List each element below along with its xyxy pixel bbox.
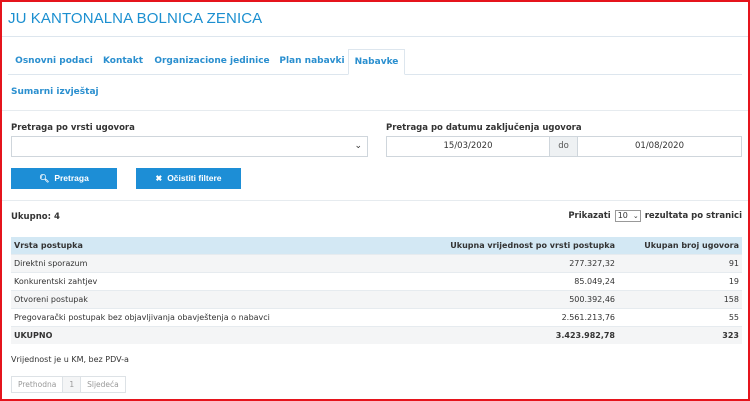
chevron-down-icon: ⌄: [632, 212, 639, 220]
page-size-prefix: Prikazati: [568, 211, 611, 221]
contract-count-cell: 55: [618, 307, 742, 326]
total-value-cell: 2.561.213,76: [391, 307, 618, 326]
search-button[interactable]: 🔍︎ Pretraga: [11, 168, 117, 189]
tab-plan-nabavki[interactable]: Plan nabavki: [274, 49, 350, 75]
column-header: Vrsta postupka: [11, 237, 391, 254]
summary-table: Vrsta postupka Ukupna vrijednost po vrst…: [11, 237, 742, 344]
grand-total-count-cell: 323: [618, 325, 742, 344]
search-icon: 🔍︎: [39, 174, 50, 183]
page-size-control: Prikazati 10 ⌄ rezultata po stranici: [568, 210, 742, 222]
procedure-type-cell: Pregovarački postupak bez objavljivanja …: [11, 307, 391, 326]
tab-kontakt[interactable]: Kontakt: [98, 49, 148, 75]
page-size-select[interactable]: 10 ⌄: [614, 210, 641, 222]
clear-filters-label: Očistiti filtere: [167, 173, 222, 183]
page-size-suffix: rezultata po stranici: [644, 211, 742, 221]
close-icon: ✖: [155, 174, 163, 183]
total-value-cell: 500.392,46: [391, 289, 618, 308]
date-to-input[interactable]: 01/08/2020: [577, 136, 742, 157]
clear-filters-button[interactable]: ✖ Očistiti filtere: [136, 168, 241, 189]
pagination: Prethodna 1 Sljedeća: [11, 376, 126, 393]
table-row: Pregovarački postupak bez objavljivanja …: [11, 307, 742, 326]
tab-organizacione-jedinice[interactable]: Organizacione jedinice: [153, 49, 271, 75]
date-from-input[interactable]: 15/03/2020: [386, 136, 550, 157]
tab-nabavke[interactable]: Nabavke: [348, 49, 405, 75]
date-filter-label: Pretraga po datumu zaključenja ugovora: [386, 123, 582, 133]
pagination-next[interactable]: Sljedeća: [81, 377, 125, 392]
table-row: Direktni sporazum 277.327,32 91: [11, 253, 742, 272]
procedure-type-cell: Direktni sporazum: [11, 253, 391, 272]
divider: [0, 200, 750, 201]
column-header: Ukupna vrijednost po vrsti postupka: [391, 237, 618, 254]
total-label-cell: UKUPNO: [11, 325, 391, 344]
contract-count-cell: 158: [618, 289, 742, 308]
pagination-page-1[interactable]: 1: [62, 377, 82, 392]
chevron-down-icon: ⌄: [354, 141, 362, 151]
search-button-label: Pretraga: [54, 173, 89, 183]
date-range-separator: do: [550, 136, 577, 157]
contract-type-select[interactable]: ⌄: [11, 136, 368, 157]
table-row: Otvoreni postupak 500.392,46 158: [11, 289, 742, 308]
contract-count-cell: 91: [618, 253, 742, 272]
result-count: Ukupno: 4: [11, 212, 60, 222]
tab-bar: Osnovni podaci Kontakt Organizacione jed…: [8, 49, 742, 75]
section-title: Sumarni izvještaj: [11, 87, 99, 97]
type-filter-label: Pretraga po vrsti ugovora: [11, 123, 135, 133]
currency-note: Vrijednost je u KM, bez PDV-a: [11, 355, 129, 364]
contract-count-cell: 19: [618, 271, 742, 290]
pagination-prev[interactable]: Prethodna: [12, 377, 62, 392]
column-header: Ukupan broj ugovora: [618, 237, 742, 254]
procedure-type-cell: Otvoreni postupak: [11, 289, 391, 308]
divider: [0, 110, 750, 111]
total-value-cell: 85.049,24: [391, 271, 618, 290]
page-header: JU KANTONALNA BOLNICA ZENICA: [0, 0, 750, 37]
table-header-row: Vrsta postupka Ukupna vrijednost po vrst…: [11, 237, 742, 254]
page-title: JU KANTONALNA BOLNICA ZENICA: [8, 10, 263, 27]
page-size-value: 10: [617, 211, 628, 220]
grand-total-value-cell: 3.423.982,78: [391, 325, 618, 344]
tab-osnovni-podaci[interactable]: Osnovni podaci: [14, 49, 94, 75]
table-row: Konkurentski zahtjev 85.049,24 19: [11, 271, 742, 290]
total-value-cell: 277.327,32: [391, 253, 618, 272]
table-total-row: UKUPNO 3.423.982,78 323: [11, 325, 742, 344]
procedure-type-cell: Konkurentski zahtjev: [11, 271, 391, 290]
